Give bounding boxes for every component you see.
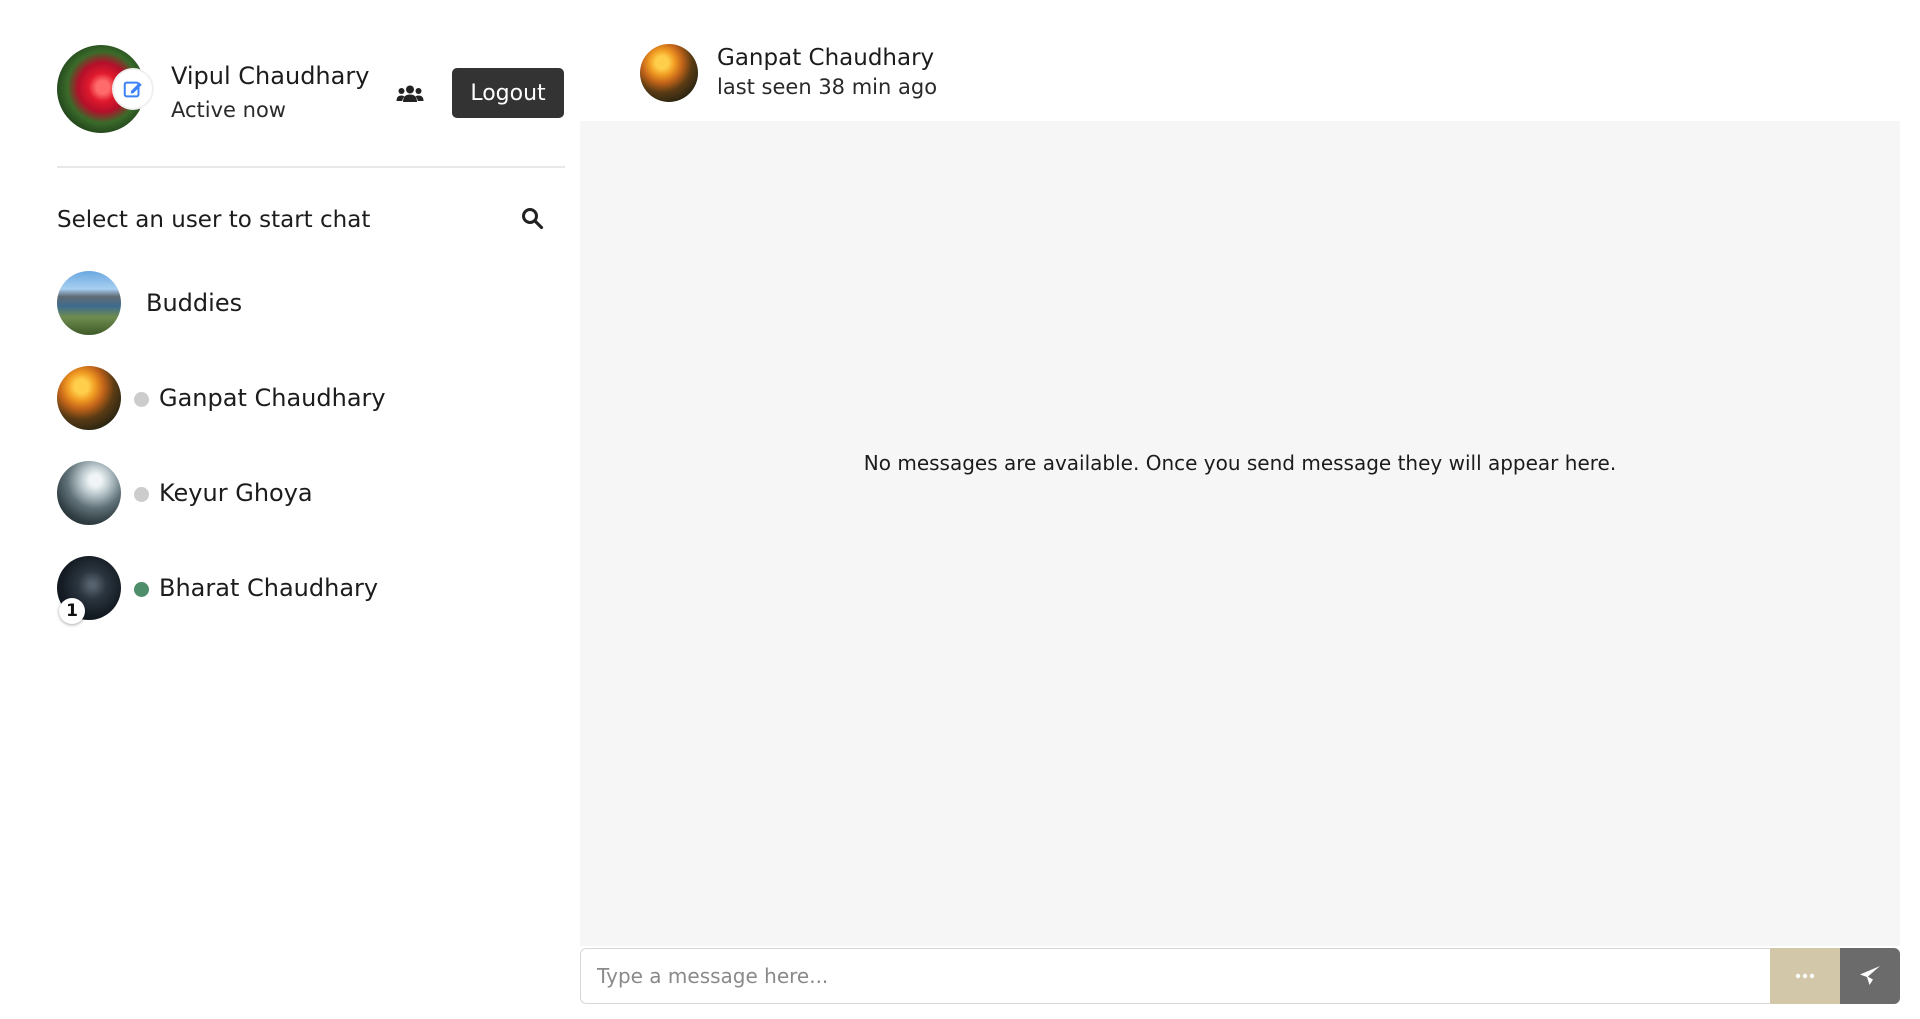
contact-item-buddies[interactable]: Buddies xyxy=(57,271,557,337)
message-composer xyxy=(580,948,1900,1004)
sidebar: Vipul Chaudhary Active now Logout Select… xyxy=(0,0,580,1019)
peer-name: Ganpat Chaudhary xyxy=(717,45,935,71)
contact-avatar xyxy=(57,461,121,525)
ellipsis-icon xyxy=(1795,973,1815,979)
current-user-name: Vipul Chaudhary xyxy=(171,62,370,90)
peer-avatar xyxy=(640,44,698,102)
peer-last-seen: last seen 38 min ago xyxy=(717,75,938,99)
contact-item-ganpat-chaudhary[interactable]: Ganpat Chaudhary xyxy=(57,366,557,432)
contact-item-bharat-chaudhary[interactable]: 1 Bharat Chaudhary xyxy=(57,556,557,624)
logout-button[interactable]: Logout xyxy=(452,68,564,118)
group-avatar xyxy=(57,271,121,335)
more-options-button[interactable] xyxy=(1770,948,1840,1004)
create-group-button[interactable] xyxy=(393,82,427,106)
edit-icon xyxy=(123,81,142,98)
search-icon xyxy=(522,208,544,230)
online-status-dot xyxy=(134,582,149,597)
paper-plane-icon xyxy=(1860,966,1880,985)
contact-avatar xyxy=(57,366,121,430)
select-user-prompt: Select an user to start chat xyxy=(57,207,371,233)
offline-status-dot xyxy=(134,487,149,502)
contact-name: Ganpat Chaudhary xyxy=(159,384,386,412)
send-button[interactable] xyxy=(1840,948,1900,1004)
users-icon xyxy=(396,85,424,102)
search-button[interactable] xyxy=(520,206,548,234)
contact-name: Bharat Chaudhary xyxy=(159,574,379,602)
offline-status-dot xyxy=(134,392,149,407)
message-input[interactable] xyxy=(580,948,1770,1004)
contact-name: Buddies xyxy=(146,289,243,317)
messages-area[interactable]: No messages are available. Once you send… xyxy=(580,121,1900,946)
contact-item-keyur-ghoya[interactable]: Keyur Ghoya xyxy=(57,461,557,527)
current-user-status: Active now xyxy=(171,98,286,122)
empty-messages-text: No messages are available. Once you send… xyxy=(863,451,1617,475)
edit-profile-button[interactable] xyxy=(114,70,152,108)
unread-count-badge: 1 xyxy=(59,598,85,624)
sidebar-divider xyxy=(57,166,565,168)
contact-name: Keyur Ghoya xyxy=(159,479,313,507)
chat-panel: Ganpat Chaudhary last seen 38 min ago No… xyxy=(580,0,1900,1019)
